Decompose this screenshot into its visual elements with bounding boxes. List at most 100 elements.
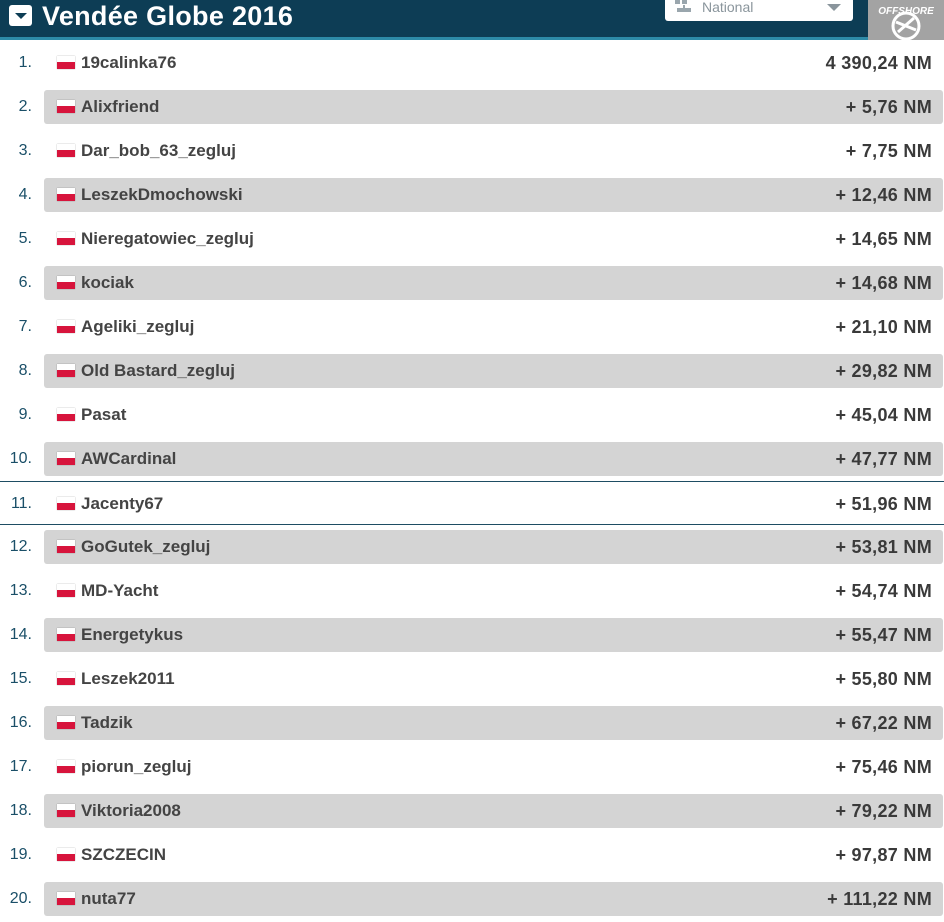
ranking-row[interactable]: 1. 19calinka76 4 390,24 NM [0, 41, 944, 85]
ranking-row[interactable]: 5. Nieregatowiec_zegluj + 14,65 NM [0, 217, 944, 261]
rank-number: 13. [9, 582, 32, 599]
distance-value: + 51,96 NM [835, 494, 932, 514]
ranking-row[interactable]: 6. kociak + 14,68 NM [0, 261, 944, 305]
poland-flag-icon [57, 628, 75, 641]
player-name: Nieregatowiec_zegluj [81, 229, 254, 248]
offshore-logo: OFFSHORE [868, 0, 944, 40]
poland-flag-icon [57, 497, 75, 510]
distance-value: + 54,74 NM [835, 581, 932, 601]
collapse-toggle-icon[interactable] [9, 5, 32, 26]
poland-flag-icon [57, 364, 75, 377]
ranking-row[interactable]: 14. Energetykus + 55,47 NM [0, 613, 944, 657]
player-name: Leszek2011 [81, 669, 175, 688]
player-name: GoGutek_zegluj [81, 537, 211, 556]
poland-flag-icon [57, 452, 75, 465]
rank-number: 19. [9, 846, 32, 863]
distance-value: + 53,81 NM [835, 537, 932, 557]
player-name: 19calinka76 [81, 53, 177, 72]
ranking-row[interactable]: 3. Dar_bob_63_zegluj + 7,75 NM [0, 129, 944, 173]
ranking-row[interactable]: 8. Old Bastard_zegluj + 29,82 NM [0, 349, 944, 393]
player-name: Energetykus [81, 625, 184, 644]
distance-value: + 55,47 NM [835, 625, 932, 645]
poland-flag-icon [57, 320, 75, 333]
distance-value: + 29,82 NM [835, 361, 932, 381]
distance-value: + 5,76 NM [845, 97, 932, 117]
player-name: Alixfriend [81, 97, 160, 116]
ranking-type-select[interactable]: National [665, 0, 853, 21]
ranking-row[interactable]: 2. Alixfriend + 5,76 NM [0, 85, 944, 129]
poland-flag-icon [57, 892, 75, 905]
ranking-row[interactable]: 4. LeszekDmochowski + 12,46 NM [0, 173, 944, 217]
chevron-down-icon [827, 4, 841, 11]
ranking-row[interactable]: 10. AWCardinal + 47,77 NM [0, 437, 944, 481]
rank-number: 2. [18, 98, 32, 115]
rank-number: 20. [9, 890, 32, 907]
rank-number: 11. [10, 495, 32, 512]
rank-number: 15. [9, 670, 32, 687]
poland-flag-icon [57, 232, 75, 245]
poland-flag-icon [57, 144, 75, 157]
rank-number: 4. [18, 186, 32, 203]
ranking-row[interactable]: 11. Jacenty67 + 51,96 NM [0, 481, 944, 525]
poland-flag-icon [57, 188, 75, 201]
row-background [44, 442, 943, 476]
poland-flag-icon [57, 56, 75, 69]
ranking-row[interactable]: 15. Leszek2011 + 55,80 NM [0, 657, 944, 701]
player-name: Ageliki_zegluj [81, 317, 195, 336]
player-name: kociak [81, 273, 134, 292]
ranking-row[interactable]: 19. SZCZECIN + 97,87 NM [0, 833, 944, 877]
poland-flag-icon [57, 408, 75, 421]
ranking-row[interactable]: 7. Ageliki_zegluj + 21,10 NM [0, 305, 944, 349]
distance-value: + 12,46 NM [835, 185, 932, 205]
distance-value: + 47,77 NM [835, 449, 932, 469]
header-accent-line [0, 37, 868, 40]
rank-number: 17. [9, 758, 32, 775]
player-name: Pasat [81, 405, 127, 424]
page-title: Vendée Globe 2016 [42, 1, 294, 31]
player-name: Old Bastard_zegluj [81, 361, 235, 380]
ranking-row[interactable]: 18. Viktoria2008 + 79,22 NM [0, 789, 944, 833]
poland-flag-icon [57, 716, 75, 729]
player-name: Viktoria2008 [81, 801, 181, 820]
rank-number: 10. [9, 450, 32, 467]
poland-flag-icon [57, 276, 75, 289]
ranking-row[interactable]: 16. Tadzik + 67,22 NM [0, 701, 944, 745]
select-value: National [702, 0, 754, 15]
logo-text: OFFSHORE [878, 6, 934, 17]
ranking-row[interactable]: 13. MD-Yacht + 54,74 NM [0, 569, 944, 613]
player-name: Dar_bob_63_zegluj [81, 141, 236, 160]
rank-number: 6. [18, 274, 32, 291]
rank-number: 14. [9, 626, 32, 643]
distance-value: + 111,22 NM [827, 889, 932, 909]
rank-number: 3. [18, 142, 32, 159]
player-name: MD-Yacht [81, 581, 159, 600]
ranking-row[interactable]: 20. nuta77 + 111,22 NM [0, 877, 944, 921]
rank-number: 8. [18, 362, 32, 379]
distance-value: + 79,22 NM [835, 801, 932, 821]
distance-value: + 75,46 NM [835, 757, 932, 777]
distance-value: + 55,80 NM [835, 669, 932, 689]
player-name: AWCardinal [81, 449, 177, 468]
row-background [44, 882, 943, 916]
distance-value: + 21,10 NM [835, 317, 932, 337]
rank-number: 16. [9, 714, 32, 731]
distance-value: + 7,75 NM [845, 141, 932, 161]
player-name: Jacenty67 [81, 494, 164, 513]
rank-number: 9. [18, 406, 32, 423]
poland-flag-icon [57, 760, 75, 773]
distance-value: + 14,68 NM [835, 273, 932, 293]
ranking-row[interactable]: 9. Pasat + 45,04 NM [0, 393, 944, 437]
header-bar: Vendée Globe 2016 National OFFSHORE [0, 0, 944, 40]
ranking-list: 1. 19calinka76 4 390,24 NM 2. Alixfriend… [0, 41, 944, 922]
row-background [44, 90, 943, 124]
ranking-row[interactable]: 12. GoGutek_zegluj + 53,81 NM [0, 525, 944, 569]
player-name: LeszekDmochowski [81, 185, 243, 204]
rank-number: 7. [18, 318, 32, 335]
poland-flag-icon [57, 848, 75, 861]
ranking-row[interactable]: 17. piorun_zegluj + 75,46 NM [0, 745, 944, 789]
row-background [44, 706, 943, 740]
distance-value: + 97,87 NM [835, 845, 932, 865]
poland-flag-icon [57, 540, 75, 553]
distance-value: + 45,04 NM [835, 405, 932, 425]
poland-flag-icon [57, 584, 75, 597]
